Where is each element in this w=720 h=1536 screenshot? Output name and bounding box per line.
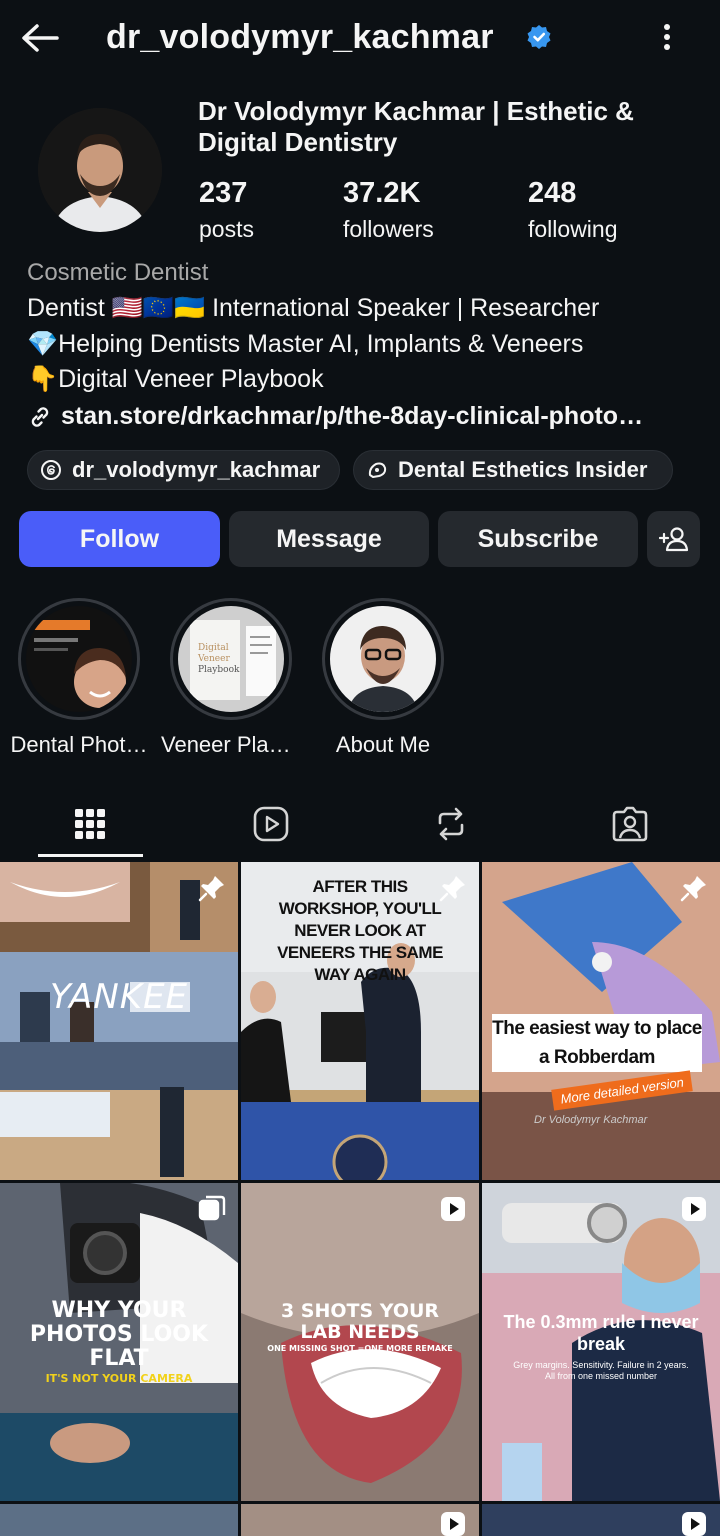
tab-posts-grid[interactable] xyxy=(37,790,143,858)
post-overlay-text: WHY YOUR PHOTOS LOOK FLAT xyxy=(29,1298,209,1371)
svg-text:Playbook: Playbook xyxy=(198,665,240,675)
highlight-cover: Digital Veneer Playbook xyxy=(178,606,284,712)
broadcast-channel-chip-label: Dental Esthetics Insider xyxy=(398,457,648,482)
post-thumbnail[interactable]: The easiest way to place a Robberdam Mor… xyxy=(482,862,720,1180)
suggested-users-button[interactable] xyxy=(647,511,700,567)
profile-tabs xyxy=(0,790,720,858)
pin-icon xyxy=(439,876,465,902)
reel-icon xyxy=(441,1197,465,1221)
profile-username: dr_volodymyr_kachmar xyxy=(106,18,494,56)
posts-stat[interactable]: 237 posts xyxy=(199,176,254,244)
post-overlay-text: YANKEE xyxy=(49,977,189,1017)
highlight-ring: Digital Veneer Playbook xyxy=(170,598,292,720)
highlight-ring xyxy=(18,598,140,720)
verified-badge-icon xyxy=(527,25,551,49)
add-user-icon xyxy=(658,527,688,552)
follow-button[interactable]: Follow xyxy=(19,511,220,567)
post-thumbnail[interactable] xyxy=(0,1504,238,1536)
post-overlay-subtext: IT'S NOT YOUR CAMERA xyxy=(45,1372,193,1385)
avatar-photo xyxy=(38,108,162,232)
post-credit: Dr Volodymyr Kachmar xyxy=(534,1114,648,1126)
threads-chip[interactable]: dr_volodymyr_kachmar xyxy=(27,450,340,490)
pin-icon xyxy=(198,876,224,902)
tab-tagged[interactable] xyxy=(577,790,683,858)
post-thumbnail[interactable] xyxy=(482,1504,720,1536)
highlight-dental-photo[interactable]: Dental Phot… xyxy=(9,598,149,758)
post-thumbnail[interactable]: WHY YOUR PHOTOS LOOK FLAT IT'S NOT YOUR … xyxy=(0,1183,238,1501)
highlight-label: Veneer Play… xyxy=(161,732,301,757)
reel-icon xyxy=(441,1512,465,1536)
svg-text:Digital: Digital xyxy=(198,643,229,653)
top-bar: dr_volodymyr_kachmar xyxy=(0,0,720,78)
more-options-button[interactable] xyxy=(650,20,684,54)
kebab-menu-icon xyxy=(664,24,670,50)
reposts-icon xyxy=(438,807,464,841)
highlight-cover xyxy=(330,606,436,712)
carousel-icon xyxy=(198,1195,226,1221)
tab-reels[interactable] xyxy=(218,790,324,858)
bio-line-3: 👇Digital Veneer Playbook xyxy=(27,365,324,393)
arrow-left-icon xyxy=(22,24,59,52)
post-overlay-subtext: ONE MISSING SHOT =ONE MORE REMAKE CYCLE xyxy=(267,1344,453,1362)
bio-link-text: stan.store/drkachmar/p/the-8day-clinical… xyxy=(61,402,644,430)
highlight-cover xyxy=(26,606,132,712)
pin-icon xyxy=(680,876,706,902)
highlight-label: About Me xyxy=(335,732,431,757)
posts-count: 237 xyxy=(199,177,248,209)
highlight-about-me[interactable]: About Me xyxy=(313,598,453,758)
message-button[interactable]: Message xyxy=(229,511,429,567)
followers-stat[interactable]: 37.2K followers xyxy=(343,176,434,244)
broadcast-channel-chip[interactable]: Dental Esthetics Insider xyxy=(353,450,673,490)
bio-line-2: 💎Helping Dentists Master AI, Implants & … xyxy=(27,330,584,358)
threads-icon xyxy=(41,460,61,480)
followers-count: 37.2K xyxy=(343,177,421,209)
post-overlay-subtext: Grey margins. Sensitivity. Failure in 2 … xyxy=(513,1360,689,1381)
reels-icon xyxy=(253,806,289,842)
subscribe-button[interactable]: Subscribe xyxy=(438,511,638,567)
profile-avatar[interactable] xyxy=(38,108,162,232)
tab-reposts[interactable] xyxy=(398,790,504,858)
post-thumbnail[interactable]: 3 SHOTS YOUR LAB NEEDS ONE MISSING SHOT … xyxy=(241,1183,479,1501)
post-overlay-text: 3 SHOTS YOUR LAB NEEDS xyxy=(280,1300,440,1343)
following-stat[interactable]: 248 following xyxy=(528,176,618,244)
bio-link[interactable]: stan.store/drkachmar/p/the-8day-clinical… xyxy=(27,402,697,431)
reel-icon xyxy=(682,1197,706,1221)
bio-line-1: Dentist 🇺🇸🇪🇺🇺🇦 International Speaker | R… xyxy=(27,294,600,322)
svg-text:Veneer: Veneer xyxy=(197,654,230,664)
post-thumbnail[interactable]: AFTER THIS WORKSHOP, YOU'LL NEVER LOOK A… xyxy=(241,862,479,1180)
post-thumbnail[interactable] xyxy=(241,1504,479,1536)
post-overlay-text: The 0.3mm rule I never break xyxy=(503,1312,699,1354)
back-button[interactable] xyxy=(20,18,60,58)
profile-full-name: Dr Volodymyr Kachmar | Esthetic & Digita… xyxy=(198,96,634,157)
post-thumbnail[interactable]: YANKEE xyxy=(0,862,238,1180)
post-thumbnail[interactable]: The 0.3mm rule I never break Grey margin… xyxy=(482,1183,720,1501)
grid-icon xyxy=(75,809,105,839)
profile-category: Cosmetic Dentist xyxy=(27,259,209,286)
followers-label: followers xyxy=(343,216,434,242)
broadcast-channel-icon xyxy=(368,462,387,478)
following-label: following xyxy=(528,216,618,242)
link-icon xyxy=(31,406,49,427)
highlight-veneer-playbook[interactable]: Digital Veneer Playbook Veneer Play… xyxy=(161,598,301,758)
threads-chip-label: dr_volodymyr_kachmar xyxy=(72,457,321,482)
posts-label: posts xyxy=(199,216,254,242)
reel-icon xyxy=(682,1512,706,1536)
following-count: 248 xyxy=(528,177,577,209)
post-image xyxy=(0,862,238,1180)
tagged-icon xyxy=(612,806,648,842)
post-overlay-text: The easiest way to place a Robberdam xyxy=(492,1014,702,1072)
highlight-ring xyxy=(322,598,444,720)
highlight-label: Dental Phot… xyxy=(10,732,148,757)
active-tab-indicator xyxy=(38,854,143,857)
